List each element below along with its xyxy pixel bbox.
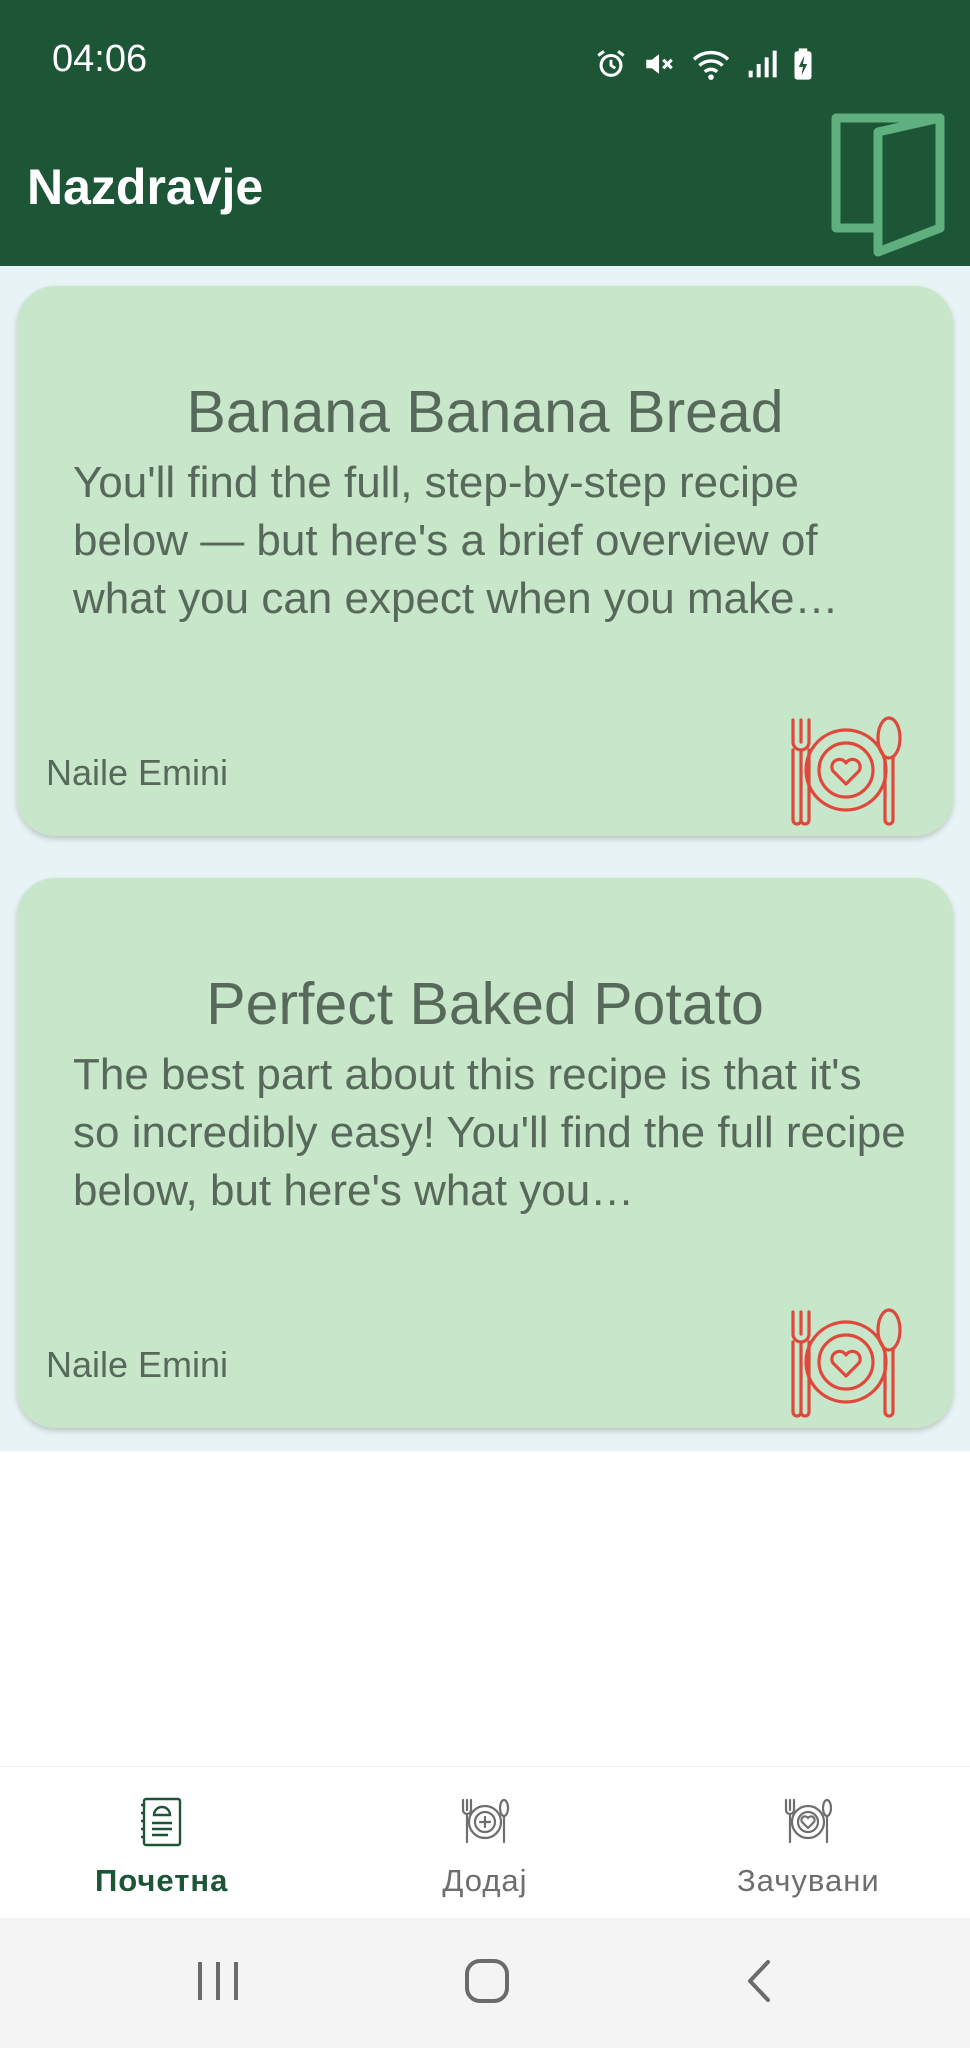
- nav-item-home[interactable]: Почетна: [0, 1767, 323, 1919]
- nav-label-saved: Зачувани: [736, 1863, 880, 1898]
- recipe-card[interactable]: Perfect Baked Potato The best part about…: [17, 878, 953, 1428]
- plate-heart-cutlery-icon[interactable]: [787, 714, 905, 826]
- status-time: 04:06: [52, 38, 148, 80]
- status-icons: [594, 44, 814, 84]
- app-title: Nazdravje: [27, 159, 264, 215]
- logout-door-icon: [831, 113, 945, 257]
- app-bar: 04:06 Nazdravje: [0, 0, 970, 266]
- plate-heart-icon: [785, 1798, 833, 1844]
- recipe-author: Naile Emini: [46, 1344, 229, 1385]
- plate-plus-icon: [461, 1798, 510, 1844]
- nav-item-add[interactable]: Додај: [323, 1767, 646, 1919]
- wifi-icon: [692, 50, 730, 80]
- battery-charging-icon: [794, 48, 812, 80]
- logout-button[interactable]: [828, 110, 950, 258]
- recipe-card[interactable]: Banana Banana Bread You'll find the full…: [17, 286, 953, 836]
- recipe-author: Naile Emini: [46, 752, 229, 793]
- mute-icon: [646, 54, 673, 74]
- recipe-list: Banana Banana Bread You'll find the full…: [0, 266, 970, 1451]
- plate-heart-cutlery-icon[interactable]: [787, 1306, 905, 1418]
- recent-apps-icon[interactable]: [196, 1958, 240, 2004]
- recipe-title: Banana Banana Bread: [186, 379, 784, 445]
- bottom-navigation: Почетна Додај Зачувани: [0, 1766, 970, 1918]
- recipe-book-icon: [140, 1797, 181, 1847]
- nav-label-home: Почетна: [94, 1863, 229, 1898]
- nav-item-saved[interactable]: Зачувани: [647, 1767, 970, 1919]
- recipe-description: You'll find the full, step-by-step recip…: [73, 458, 839, 623]
- nav-label-add: Додај: [442, 1863, 528, 1898]
- alarm-icon: [597, 50, 625, 77]
- recipe-description: The best part about this recipe is that …: [73, 1050, 906, 1215]
- back-icon[interactable]: [742, 1958, 776, 2004]
- home-icon[interactable]: [464, 1958, 510, 2004]
- signal-icon: [748, 50, 777, 78]
- status-bar: 04:06: [0, 0, 970, 126]
- recipe-title: Perfect Baked Potato: [206, 971, 764, 1037]
- system-navigation-bar: [0, 1918, 970, 2048]
